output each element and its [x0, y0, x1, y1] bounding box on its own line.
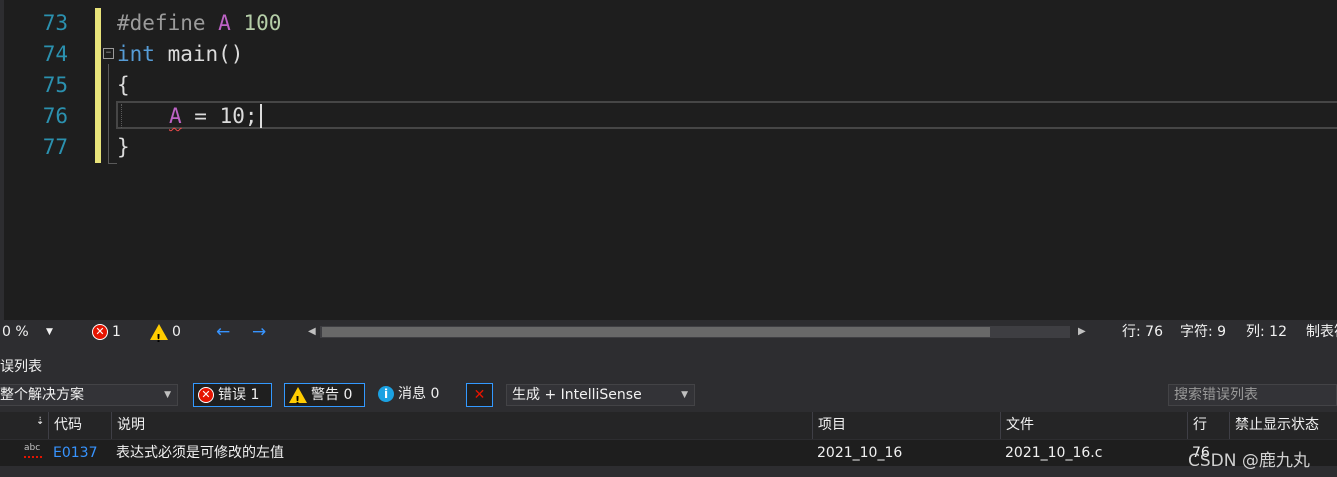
- errors-filter-button[interactable]: ✕ 错误 1: [193, 383, 272, 407]
- collapse-icon[interactable]: −: [103, 48, 114, 59]
- filter-icon[interactable]: ✕: [466, 383, 493, 407]
- change-marker: [95, 101, 101, 132]
- table-row[interactable]: abc E0137 表达式必须是可修改的左值 2021_10_16 2021_1…: [0, 440, 1337, 466]
- cursor-char[interactable]: 字符: 9: [1180, 320, 1226, 344]
- keyword-int: int: [117, 42, 155, 66]
- scroll-right-icon[interactable]: ▶: [1078, 320, 1086, 344]
- change-marker: [95, 39, 101, 70]
- warning-count-indicator[interactable]: ! 0: [146, 320, 181, 345]
- error-description: 表达式必须是可修改的左值: [116, 445, 284, 461]
- code-line[interactable]: 77 }: [0, 132, 1337, 163]
- warning-count: 0: [172, 324, 181, 340]
- error-icon: ✕: [92, 324, 108, 340]
- zoom-dropdown-icon[interactable]: ▼: [46, 320, 53, 344]
- scrollbar-thumb[interactable]: [322, 327, 990, 337]
- text-caret: [260, 104, 262, 128]
- scroll-left-icon[interactable]: ◀: [308, 320, 316, 344]
- source-value: 生成 + IntelliSense: [512, 387, 642, 403]
- error-squiggle-token[interactable]: A: [169, 104, 182, 128]
- sort-icon: ⇣: [36, 416, 45, 427]
- cursor-col[interactable]: 列: 12: [1246, 320, 1287, 344]
- messages-filter-button[interactable]: i 消息 0: [374, 383, 456, 407]
- column-file[interactable]: 文件: [1000, 412, 1187, 439]
- change-marker: [95, 132, 101, 163]
- code-line[interactable]: 73 #define A 100: [0, 8, 1337, 39]
- open-brace: {: [117, 73, 130, 97]
- warnings-filter-label: 警告 0: [311, 387, 353, 403]
- column-code[interactable]: 代码: [48, 412, 111, 439]
- code-line[interactable]: 76 A = 10;: [0, 101, 1337, 132]
- code-line[interactable]: 74 − int main(): [0, 39, 1337, 70]
- column-suppression[interactable]: 禁止显示状态: [1229, 412, 1337, 439]
- search-input[interactable]: 搜索错误列表: [1168, 384, 1337, 406]
- preprocessor-directive: #define: [117, 11, 206, 35]
- error-list-toolbar: 整个解决方案 ▼ ✕ 错误 1 ! 警告 0 i 消息 0 ✕ 生成 + Intell…: [0, 380, 1337, 410]
- tab-mode[interactable]: 制表符: [1306, 320, 1337, 344]
- editor-status-bar: 0 % ▼ ✕ 1 ! 0 ← → ◀ ▶ 行: 76 字符: 9 列: 12 制表…: [0, 320, 1337, 345]
- error-count: 1: [112, 324, 121, 340]
- warning-icon: !: [150, 324, 168, 345]
- error-file: 2021_10_16.c: [1005, 445, 1103, 461]
- nav-forward-icon[interactable]: →: [252, 320, 266, 344]
- error-count-indicator[interactable]: ✕ 1: [88, 320, 121, 344]
- cursor-line[interactable]: 行: 76: [1122, 320, 1163, 344]
- column-description[interactable]: 说明: [111, 412, 812, 439]
- line-number: 73: [42, 11, 68, 35]
- scope-dropdown[interactable]: 整个解决方案 ▼: [0, 384, 178, 406]
- change-marker: [95, 70, 101, 101]
- zoom-level[interactable]: 0 %: [2, 320, 29, 344]
- watermark: CSDN @鹿九丸: [1188, 451, 1310, 471]
- error-code[interactable]: E0137: [48, 440, 97, 466]
- assignment-text: = 10;: [181, 104, 258, 128]
- fold-guide-end: [108, 163, 117, 164]
- close-brace: }: [117, 135, 130, 159]
- function-name: main(): [154, 42, 244, 66]
- warnings-filter-button[interactable]: ! 警告 0: [284, 383, 365, 407]
- code-line[interactable]: 75 {: [0, 70, 1337, 101]
- line-number: 77: [42, 135, 68, 159]
- error-project: 2021_10_16: [817, 445, 903, 461]
- code-editor[interactable]: 73 #define A 100 74 − int main() 75 { 76…: [0, 0, 1337, 320]
- change-marker: [95, 8, 101, 39]
- column-icons[interactable]: ⇣: [0, 412, 48, 439]
- chevron-down-icon: ▼: [681, 390, 688, 400]
- macro-value: 100: [243, 11, 282, 35]
- error-icon: ✕: [198, 387, 214, 403]
- error-table-header: ⇣ 代码 说明 项目 文件 行 禁止显示状态: [0, 412, 1337, 439]
- scope-value: 整个解决方案: [0, 387, 84, 403]
- panel-title: 误列表: [0, 359, 42, 375]
- column-project[interactable]: 项目: [812, 412, 1000, 439]
- line-number: 76: [42, 104, 68, 128]
- chevron-down-icon: ▼: [164, 390, 171, 400]
- macro-name: A: [218, 11, 231, 35]
- line-number: 75: [42, 73, 68, 97]
- info-icon: i: [378, 386, 394, 402]
- errors-filter-label: 错误 1: [218, 387, 260, 403]
- warning-icon: !: [289, 387, 307, 407]
- nav-back-icon[interactable]: ←: [216, 320, 230, 344]
- column-line[interactable]: 行: [1187, 412, 1229, 439]
- source-dropdown[interactable]: 生成 + IntelliSense ▼: [506, 384, 695, 406]
- line-number: 74: [42, 42, 68, 66]
- messages-filter-label: 消息 0: [398, 386, 440, 402]
- spelling-error-icon: abc: [24, 444, 42, 458]
